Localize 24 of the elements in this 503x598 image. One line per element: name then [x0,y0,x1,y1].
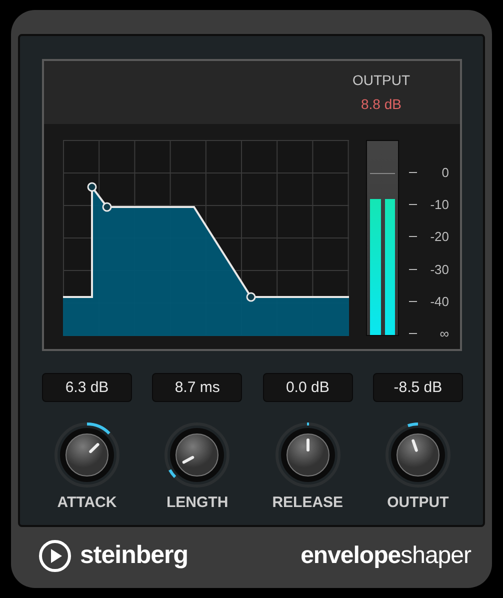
scale-label: -30 [430,262,449,277]
output-label: OUTPUT [352,72,410,88]
scale-label: -40 [430,294,449,310]
value-field[interactable]: -8.5 dB [372,373,463,402]
output-value: 8.8 dB [360,96,402,112]
value-field[interactable]: 6.3 dB [42,373,132,402]
scale-label: 0 [442,164,449,180]
knob-label: RELEASE [272,494,344,511]
value-field[interactable]: 0.0 dB [262,373,353,402]
knob-label: LENGTH [166,494,228,511]
product-name: envelopeshaper [300,542,471,570]
knob-label: OUTPUT [387,494,449,511]
value-field[interactable]: 8.7 ms [152,373,242,402]
knob[interactable] [274,422,341,488]
knob[interactable] [54,422,120,488]
scale-label: -20 [430,229,449,244]
knob-label: ATTACK [57,494,117,511]
brand-name: steinberg [80,541,188,570]
node-handle[interactable] [246,292,256,302]
knob[interactable] [164,422,230,488]
scale-label: -10 [430,196,449,212]
scale-label: ∞ [440,326,449,342]
knob[interactable] [384,422,451,488]
play-logo-icon [38,538,72,572]
